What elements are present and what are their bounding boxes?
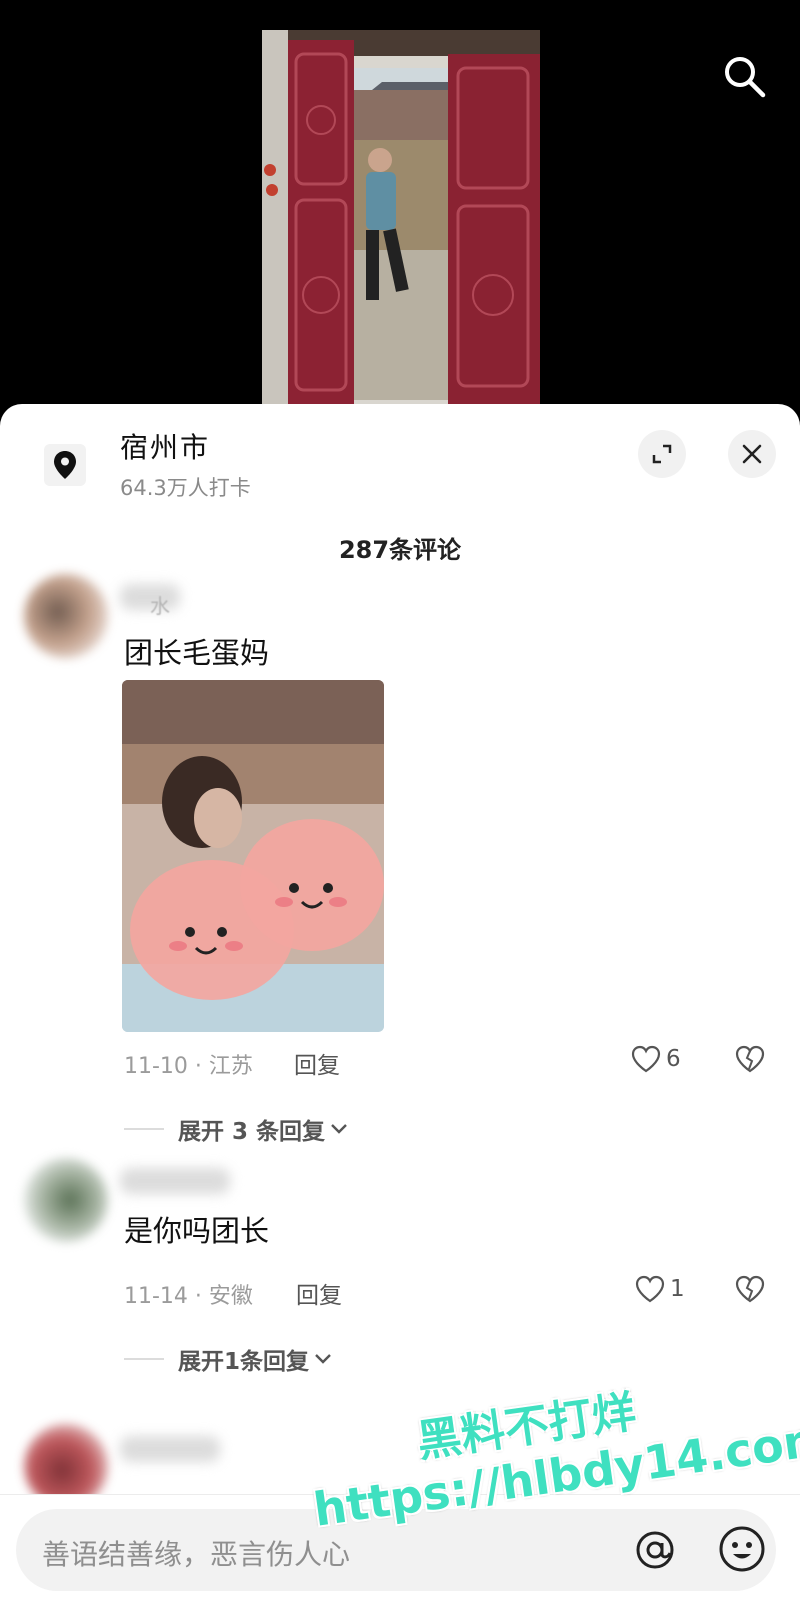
location-name[interactable]: 宿州市	[120, 426, 210, 466]
comment-image[interactable]	[122, 680, 384, 1032]
comment-input-bar: 善语结善缘，恶言伤人心	[0, 1494, 800, 1617]
heart-icon	[635, 1275, 665, 1303]
username-blur	[120, 1168, 230, 1194]
avatar[interactable]	[24, 574, 108, 658]
expand-replies-label: 展开1条回复	[178, 1349, 310, 1375]
broken-heart-icon	[735, 1045, 765, 1073]
close-button[interactable]	[728, 430, 776, 478]
close-icon	[742, 444, 762, 464]
username[interactable]: 水	[150, 590, 170, 619]
video-frame[interactable]	[262, 30, 540, 420]
expand-replies-label: 展开 3 条回复	[178, 1119, 326, 1145]
divider	[124, 1358, 164, 1360]
comment-sheet: 宿州市 64.3万人打卡 287条评论 水 团长毛蛋妈 11-10 · 江苏 回…	[0, 404, 800, 1617]
comment-input-placeholder: 善语结善缘，恶言伤人心	[42, 1538, 351, 1571]
like-count: 1	[670, 1276, 685, 1302]
comment-count: 287条评论	[338, 536, 462, 564]
comment-date-location: 11-10 · 江苏	[124, 1054, 253, 1079]
emoji-icon[interactable]	[716, 1523, 768, 1579]
expand-button[interactable]	[638, 430, 686, 478]
like-count: 6	[666, 1046, 681, 1072]
expand-replies-button[interactable]: 展开1条回复	[124, 1342, 333, 1376]
reply-button[interactable]: 回复	[294, 1046, 340, 1080]
dislike-button[interactable]	[734, 1044, 766, 1078]
dislike-button[interactable]	[734, 1274, 766, 1308]
comment-item	[0, 1424, 800, 1508]
search-button[interactable]	[718, 50, 770, 102]
expand-replies-button[interactable]: 展开 3 条回复	[124, 1112, 349, 1146]
divider	[124, 1128, 164, 1130]
comment-item: 水 团长毛蛋妈 11-10 · 江苏 回复 6 展开 3 条回复	[0, 574, 800, 1145]
comment-text: 是你吗团长	[124, 1214, 270, 1248]
location-checkins: 64.3万人打卡	[120, 476, 251, 500]
chevron-down-icon	[331, 1124, 347, 1134]
heart-icon	[631, 1045, 661, 1073]
comment-image-content	[122, 680, 384, 1032]
map-pin-icon	[44, 444, 86, 486]
like-button[interactable]: 6	[630, 1044, 681, 1074]
expand-icon	[652, 444, 672, 464]
chevron-down-icon	[315, 1354, 331, 1364]
comment-text: 团长毛蛋妈	[124, 636, 270, 670]
reply-button[interactable]: 回复	[296, 1276, 342, 1310]
like-button[interactable]: 1	[634, 1274, 685, 1304]
comment-input[interactable]: 善语结善缘，恶言伤人心	[16, 1509, 776, 1591]
username-blur	[120, 1436, 220, 1462]
avatar[interactable]	[24, 1158, 108, 1242]
comment-item: 是你吗团长 11-14 · 安徽 回复 1 展开1条回复	[0, 1158, 800, 1388]
search-icon	[725, 57, 766, 98]
video-player[interactable]	[0, 0, 800, 420]
comment-date-location: 11-14 · 安徽	[124, 1284, 253, 1309]
at-icon[interactable]	[632, 1527, 678, 1577]
video-scene-image	[262, 30, 540, 420]
broken-heart-icon	[735, 1275, 765, 1303]
